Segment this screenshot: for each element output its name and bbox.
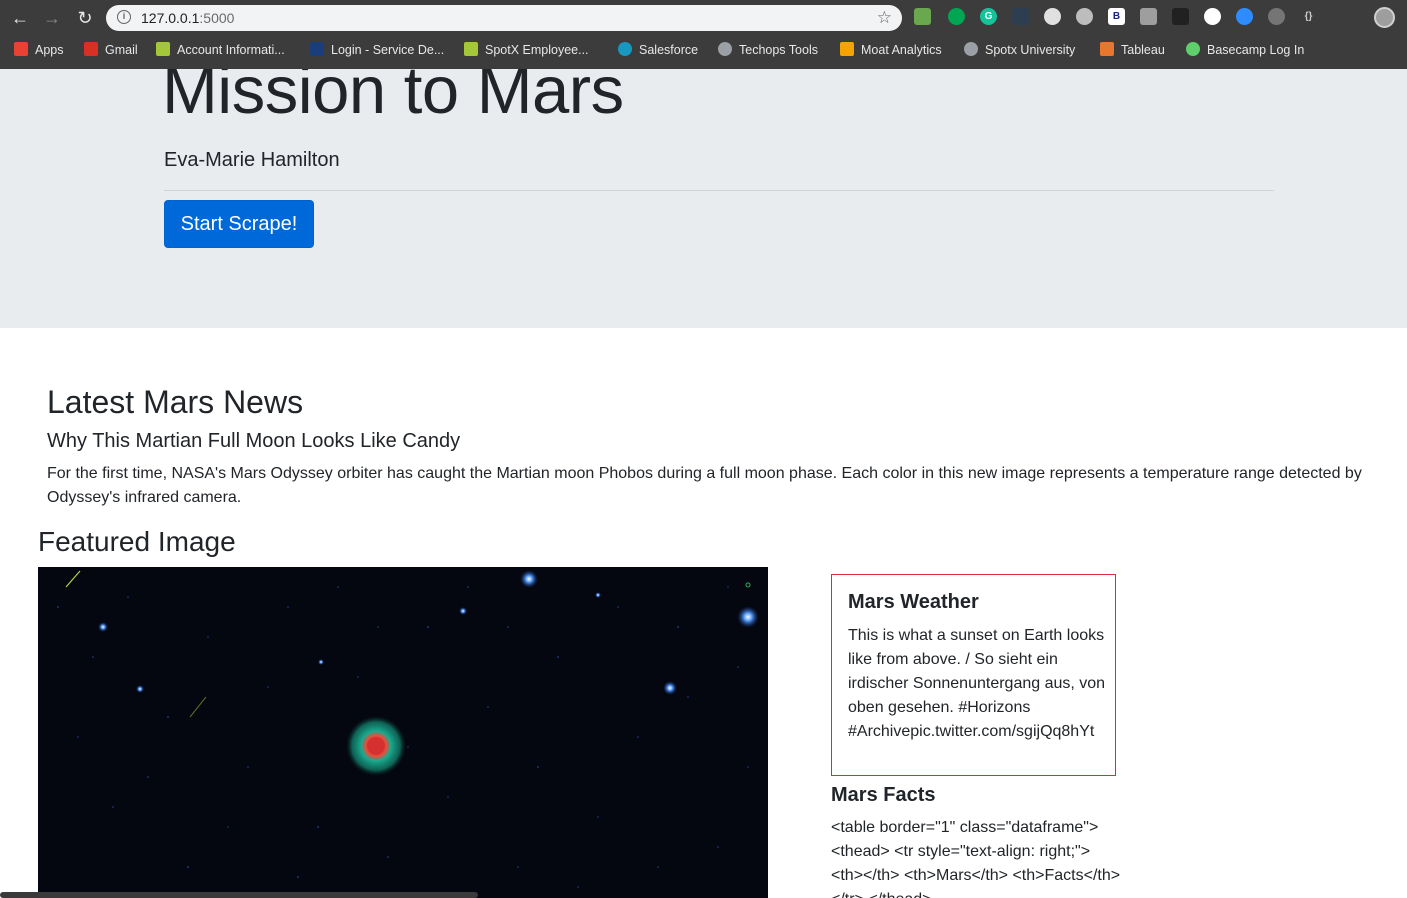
url-text[interactable]: 127.0.0.1:5000 (141, 10, 234, 26)
extension-icon[interactable] (1012, 8, 1029, 25)
news-section-title: Latest Mars News (47, 384, 304, 420)
bookmark-spotx-university[interactable]: Spotx University (964, 41, 1075, 59)
salesforce-cloud-icon (618, 42, 632, 56)
reload-icon[interactable]: ↻ (74, 7, 96, 29)
extension-icon[interactable] (1172, 8, 1189, 25)
news-headline: Why This Martian Full Moon Looks Like Ca… (47, 430, 461, 452)
extension-icon[interactable] (1140, 8, 1157, 25)
extension-icon[interactable]: {} (1300, 8, 1317, 25)
page-title: Mission to Mars (162, 69, 624, 128)
extension-icon[interactable] (948, 8, 965, 25)
forward-icon[interactable]: → (41, 7, 63, 29)
author-name: Eva-Marie Hamilton (164, 149, 340, 171)
browser-toolbar: ← → ↻ i 127.0.0.1:5000 ☆ G B {} (0, 0, 1407, 36)
mars-weather-text: This is what a sunset on Earth looks lik… (848, 627, 1106, 740)
browser-chrome: ← → ↻ i 127.0.0.1:5000 ☆ G B {} Apps Gma… (0, 0, 1407, 69)
mars-facts-title: Mars Facts (831, 784, 936, 806)
bookmark-salesforce[interactable]: Salesforce (618, 41, 698, 59)
x-logo-icon (156, 42, 170, 56)
extension-icon[interactable] (1044, 8, 1061, 25)
tableau-logo-icon (1100, 42, 1114, 56)
featured-image-title: Featured Image (38, 526, 236, 557)
service-desk-icon (310, 42, 324, 56)
bookmark-spotx-employee[interactable]: SpotX Employee... (464, 41, 589, 59)
gmail-icon (84, 42, 98, 56)
globe-icon (718, 42, 732, 56)
horizontal-scrollbar[interactable] (0, 892, 478, 898)
mars-weather-title: Mars Weather (848, 591, 979, 613)
grammarly-icon[interactable]: G (980, 8, 997, 25)
x-logo-icon (464, 42, 478, 56)
globe-icon (964, 42, 978, 56)
extension-icon[interactable]: B (1108, 8, 1125, 25)
bookmark-login-service[interactable]: Login - Service De... (310, 41, 444, 59)
helix-nebula-image (38, 567, 768, 898)
site-info-icon[interactable]: i (117, 10, 131, 24)
extension-icon[interactable] (1076, 8, 1093, 25)
zoom-icon[interactable] (1236, 8, 1253, 25)
bookmarks-bar: Apps Gmail Account Informati... Login - … (0, 36, 1407, 64)
back-icon[interactable]: ← (9, 7, 31, 29)
bookmark-techops-tools[interactable]: Techops Tools (718, 41, 818, 59)
moat-logo-icon (840, 42, 854, 56)
profile-avatar[interactable] (1374, 7, 1395, 28)
extension-icon[interactable] (1332, 8, 1349, 25)
extension-icon[interactable] (1204, 8, 1221, 25)
jumbotron: Mission to Mars Eva-Marie Hamilton Start… (0, 69, 1407, 328)
bookmark-basecamp[interactable]: Basecamp Log In (1186, 41, 1304, 59)
extension-icon[interactable] (1268, 8, 1285, 25)
mars-weather-card: Mars Weather This is what a sunset on Ea… (831, 574, 1116, 776)
start-scrape-button[interactable]: Start Scrape! (164, 200, 314, 248)
bookmark-star-icon[interactable]: ☆ (877, 8, 892, 28)
news-paragraph: For the first time, NASA's Mars Odyssey … (47, 465, 1362, 506)
bookmark-apps[interactable]: Apps (14, 41, 64, 59)
extension-icon[interactable] (914, 8, 931, 25)
basecamp-logo-icon (1186, 42, 1200, 56)
divider (164, 190, 1274, 191)
bookmark-moat-analytics[interactable]: Moat Analytics (840, 41, 942, 59)
bookmark-tableau[interactable]: Tableau (1100, 41, 1165, 59)
mars-facts-raw-html: <table border="1" class="dataframe"> <th… (831, 819, 1121, 898)
address-bar[interactable]: i 127.0.0.1:5000 ☆ (106, 5, 902, 31)
bookmark-gmail[interactable]: Gmail (84, 41, 138, 59)
apps-grid-icon (14, 42, 28, 56)
bookmark-account-information[interactable]: Account Informati... (156, 41, 285, 59)
featured-image (38, 567, 768, 898)
